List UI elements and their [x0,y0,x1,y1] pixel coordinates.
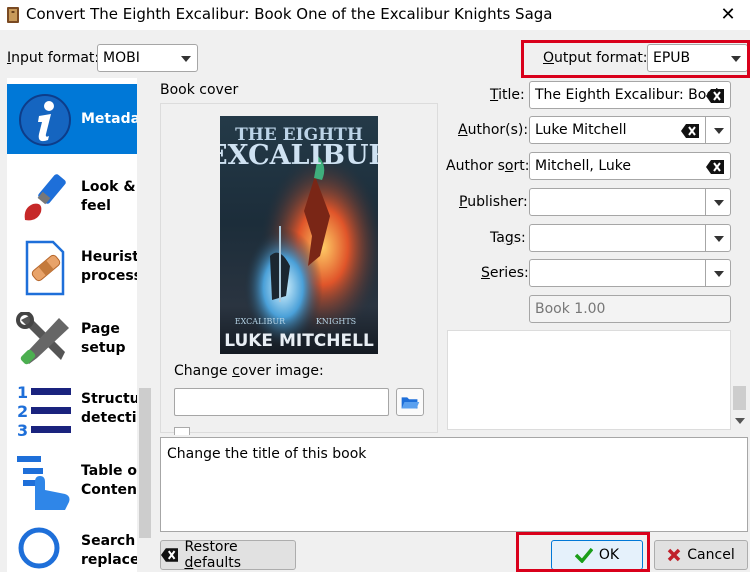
restore-defaults-label: Restore defaults [184,539,241,571]
series-dropdown[interactable] [705,259,731,287]
cover-art-author: LUKE MITCHELL [224,331,374,351]
authors-label: Author(s): [458,122,529,138]
sidebar-item-label: feel [81,198,111,214]
series-index-spinbox[interactable]: Book 1.00 [529,295,731,323]
cancel-button[interactable]: Cancel [654,540,748,570]
author-sort-input[interactable]: Mitchell, Luke [529,152,731,180]
scroll-down-arrow-icon[interactable] [735,418,745,424]
tags-input[interactable] [529,224,706,252]
input-format-value: MOBI [103,50,140,66]
calibre-app-icon [7,7,19,23]
author-sort-value: Mitchell, Luke [535,158,631,174]
sidebar-item-look-feel[interactable]: Look & feel [7,162,137,232]
input-format-label: Input format: [7,50,100,66]
book-cover-image[interactable]: THE EIGHTH EXCALIBUR EXCALIBUR KNIGHTS L… [220,116,378,354]
change-cover-label: Change cover image: [174,363,324,379]
sidebar-item-toc[interactable]: Table of Contents [7,446,137,516]
paintbrush-icon [24,174,66,221]
authors-value: Luke Mitchell [535,122,627,138]
svg-text:2: 2 [17,402,28,421]
sidebar-item-label: Heuristic [81,249,137,265]
sidebar-item-label: Look & [81,179,136,195]
sidebar-item-label: setup [81,340,126,356]
tags-label: Tags: [490,230,526,246]
chevron-down-icon [714,200,724,206]
sidebar-item-heuristic[interactable]: Heuristic processing [7,232,137,302]
ok-button-highlight [516,532,650,572]
output-format-highlight [521,40,750,78]
series-input[interactable] [529,259,706,287]
sidebar-item-label: Page [81,321,120,337]
sidebar-item-label: Metadata [81,110,137,127]
chevron-down-icon [714,128,724,134]
cover-path-input[interactable] [174,388,389,416]
cover-art-title-2: EXCALIBUR [220,140,378,171]
clear-icon [161,548,179,562]
author-sort-label: Author sort: [446,158,530,174]
publisher-label: Publisher: [459,194,528,210]
clear-icon[interactable] [681,124,699,138]
series-index-value: Book 1.00 [535,301,606,317]
chevron-down-icon [714,236,724,242]
cover-art-series-2: KNIGHTS [316,317,356,326]
sidebar-item-metadata[interactable]: Metadata [7,84,137,154]
svg-text:1: 1 [17,383,28,402]
title-bar: Convert The Eighth Excalibur: Book One o… [0,0,750,30]
sidebar-item-label: Table of [81,463,137,479]
sidebar-scrollbar[interactable] [137,78,153,572]
sidebar-item-search-replace[interactable]: Search & replace [7,516,137,572]
chevron-down-icon [181,56,191,62]
bandage-document-icon [25,240,65,296]
sidebar-item-label: Structure [81,391,137,407]
sidebar-item-label: Search & [81,533,137,549]
cover-art-series: EXCALIBUR [235,317,286,326]
right-scrollbar[interactable] [731,80,748,432]
series-label: Series: [481,265,529,281]
sidebar: Metadata Look &feel Heuristicprocessing … [7,78,137,572]
book-cover-group-label: Book cover [160,82,239,98]
sidebar-item-label: detection [81,410,137,426]
chevron-down-icon [714,271,724,277]
sidebar-item-label: replace [81,552,137,568]
tools-icon [16,312,69,365]
title-label: Title: [490,87,525,103]
close-icon[interactable]: ✕ [714,2,742,28]
cancel-x-icon [668,548,681,562]
publisher-dropdown[interactable] [705,188,731,216]
restore-defaults-button[interactable]: Restore defaults [160,539,296,571]
browse-cover-button[interactable] [396,388,424,416]
svg-text:3: 3 [17,421,28,438]
sidebar-item-page-setup[interactable]: Page setup [7,304,137,374]
numbered-list-icon: 1 2 3 [17,383,71,438]
toc-hand-icon [17,456,70,510]
title-value: The Eighth Excalibur: Book [535,87,724,103]
clear-icon[interactable] [706,89,724,103]
partial-checkbox[interactable] [174,427,190,435]
cancel-label: Cancel [687,547,735,563]
publisher-input[interactable] [529,188,706,216]
info-icon [19,94,71,146]
help-description: Change the title of this book [160,437,748,532]
folder-open-icon [401,397,420,409]
tags-dropdown[interactable] [705,224,731,252]
window-title: Convert The Eighth Excalibur: Book One o… [26,5,553,23]
authors-input[interactable]: Luke Mitchell [529,116,706,144]
title-input[interactable]: The Eighth Excalibur: Book [529,81,731,109]
clear-icon[interactable] [706,160,724,174]
authors-dropdown[interactable] [705,116,731,144]
sidebar-item-label: Contents [81,482,137,498]
comments-panel[interactable] [447,330,731,430]
scrollbar-thumb[interactable] [733,386,746,410]
input-format-select[interactable]: MOBI [97,44,198,72]
sidebar-item-structure[interactable]: 1 2 3 Structure detection [7,374,137,444]
magnifier-icon [18,527,60,569]
scrollbar-thumb[interactable] [139,388,151,538]
sidebar-item-label: processing [81,268,137,284]
